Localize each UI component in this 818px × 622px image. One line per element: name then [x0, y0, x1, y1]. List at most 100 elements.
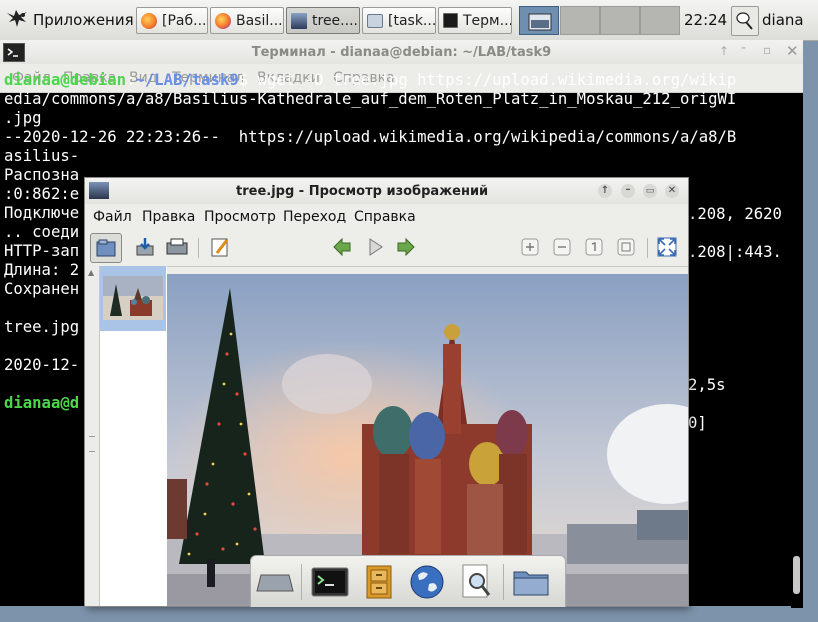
terminal-scrollbar-thumb[interactable]	[793, 556, 800, 594]
terminal-icon	[3, 43, 25, 62]
print-icon	[166, 238, 188, 255]
folder-icon	[513, 571, 549, 596]
image-viewer-icon	[89, 182, 109, 199]
minimize-button[interactable]: –	[621, 184, 635, 198]
output-line: Сохранен	[4, 280, 80, 298]
menu-file[interactable]: Файл	[93, 209, 132, 225]
viewer-titlebar[interactable]: tree.jpg - Просмотр изображений ↑ – ▭ ✕	[85, 178, 688, 204]
output-line: asilius-	[4, 147, 80, 165]
taskbar-item-label: [task...	[388, 12, 436, 29]
dock-separator	[503, 564, 504, 600]
maximize-button[interactable]: ▫	[763, 43, 771, 57]
taskbar-item-files[interactable]: [Раб...	[136, 7, 208, 34]
workspace-2[interactable]	[560, 6, 600, 35]
dock-separator	[301, 564, 302, 600]
firefox-icon	[141, 12, 157, 29]
taskbar-item-terminal[interactable]: Терм...	[438, 7, 512, 34]
zoom-in-icon	[521, 238, 539, 256]
user-switch-button[interactable]	[731, 6, 759, 36]
thumbnail-scrollbar[interactable]: ▲	[85, 266, 100, 606]
arrow-right-icon	[397, 237, 415, 257]
menu-help[interactable]: Справка	[354, 209, 416, 225]
open-folder-icon	[96, 239, 116, 257]
menu-edit[interactable]: Правка	[142, 209, 195, 225]
firefox-icon	[215, 12, 231, 29]
taskbar-item-label: Basil...	[236, 12, 283, 29]
shade-button[interactable]: ↑	[719, 44, 729, 58]
zoom-out-button[interactable]	[548, 234, 576, 260]
folder-icon	[367, 13, 383, 28]
viewer-toolbar	[85, 230, 688, 267]
workspace-1[interactable]	[519, 6, 559, 35]
desktop-icon	[256, 574, 294, 592]
workspace-4[interactable]	[640, 6, 680, 35]
output-line: --2020-12-26 22:23:26-- https://upload.w…	[4, 128, 737, 146]
window-thumbnail-icon	[528, 13, 552, 31]
menu-view[interactable]: Просмотр	[204, 209, 276, 225]
edit-pencil-icon	[211, 238, 229, 257]
terminal-scrollbar[interactable]	[791, 133, 803, 608]
output-line: edia/commons/a/a8/Basilius-Kathedrale_au…	[4, 90, 737, 108]
menu-go[interactable]: Переход	[283, 209, 346, 225]
zoom-out-icon	[553, 238, 571, 256]
zoom-fit-button[interactable]	[612, 234, 640, 260]
output-line: .jpg	[4, 109, 42, 127]
output-line: tree.jpg	[4, 318, 80, 336]
terminal-output-fragments: .208, 2620 .208|:443. 2,5s 0]	[688, 205, 782, 433]
output-fragment: 0]	[688, 414, 707, 432]
scroll-up-icon[interactable]: ▲	[88, 268, 94, 277]
zoom-in-button[interactable]	[516, 234, 544, 260]
image-viewer-icon	[291, 12, 307, 29]
taskbar-item-label: tree....	[312, 12, 358, 29]
prompt-path: ~/LAB/task9	[135, 71, 239, 89]
dock-folder[interactable]	[511, 562, 551, 602]
output-fragment: .208|:443.	[688, 243, 782, 261]
maximize-button[interactable]: ▭	[643, 184, 657, 198]
previous-button[interactable]	[328, 234, 356, 260]
command-text: $ wget -O tree.jpg https://upload.wikime…	[238, 71, 737, 89]
close-button[interactable]: ✕	[665, 184, 679, 198]
close-button[interactable]: ✕	[786, 42, 799, 60]
window-title: tree.jpg - Просмотр изображений	[236, 184, 489, 199]
next-button[interactable]	[392, 234, 420, 260]
taskbar-item-label: [Раб...	[162, 12, 207, 29]
image-thumbnail	[103, 276, 163, 320]
save-icon	[136, 238, 154, 256]
selected-thumbnail[interactable]	[100, 266, 166, 331]
output-line: Распозна	[4, 166, 80, 184]
taskbar-item-browser[interactable]: Basil...	[210, 7, 284, 34]
scrollbar-grip[interactable]	[89, 436, 95, 452]
output-line: HTTP-зап	[4, 242, 80, 260]
output-line: .. соеди	[4, 223, 80, 241]
taskbar-item-folder[interactable]: [task...	[362, 7, 436, 34]
output-line: :0:862:e	[4, 185, 80, 203]
terminal-icon	[311, 567, 349, 597]
minimize-button[interactable]: ‐	[741, 40, 746, 56]
workspace-3[interactable]	[600, 6, 640, 35]
globe-icon	[410, 565, 444, 599]
dock-web-browser[interactable]	[407, 562, 447, 602]
edit-button[interactable]	[206, 234, 234, 260]
output-fragment: 2,5s	[688, 376, 726, 394]
shade-button[interactable]: ↑	[598, 184, 612, 198]
dock-app-finder[interactable]	[456, 562, 496, 602]
dock-terminal[interactable]	[310, 562, 350, 602]
dock-show-desktop[interactable]	[255, 562, 295, 602]
open-button[interactable]	[90, 233, 122, 263]
zoom-fit-icon	[617, 238, 635, 256]
dock-file-manager[interactable]	[359, 562, 399, 602]
file-cabinet-icon	[366, 565, 392, 599]
applications-menu-label: Приложения	[33, 11, 134, 29]
output-line: Подключе	[4, 204, 80, 222]
print-button[interactable]	[163, 234, 191, 260]
fullscreen-button[interactable]	[653, 234, 681, 260]
terminal-titlebar[interactable]: Терминал - dianaa@debian: ~/LAB/task9	[0, 40, 803, 64]
clock[interactable]: 22:24	[684, 11, 727, 29]
applications-menu[interactable]: Приложения	[4, 8, 134, 32]
taskbar-item-image-viewer[interactable]: tree....	[286, 7, 360, 34]
play-icon	[369, 238, 383, 256]
slideshow-button[interactable]	[361, 234, 389, 260]
xfce-mouse-icon	[7, 10, 27, 27]
save-button[interactable]	[131, 234, 159, 260]
zoom-normal-button[interactable]	[580, 234, 608, 260]
